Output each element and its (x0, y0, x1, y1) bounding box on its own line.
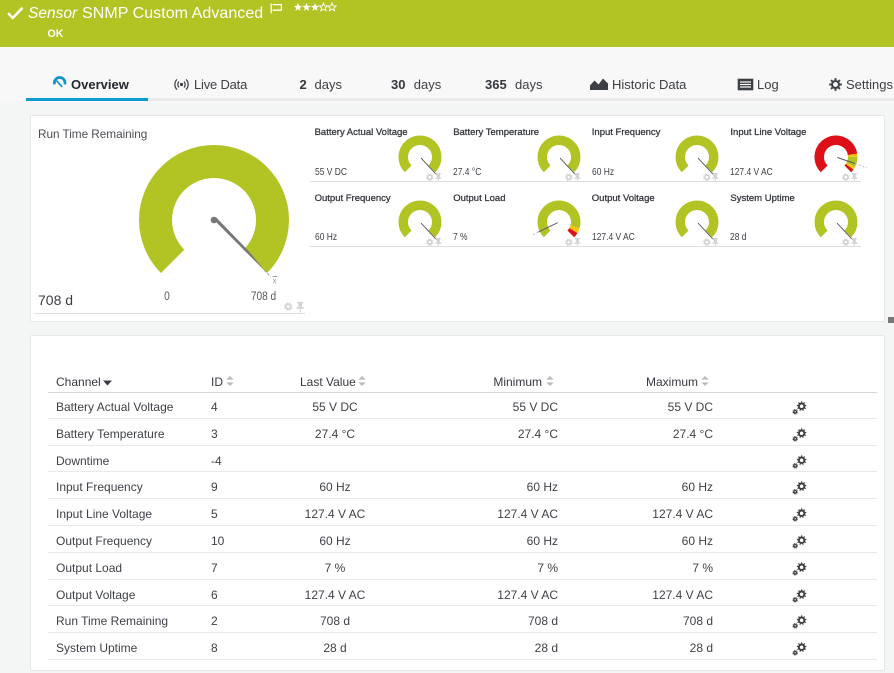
svg-text:x: x (272, 276, 276, 285)
